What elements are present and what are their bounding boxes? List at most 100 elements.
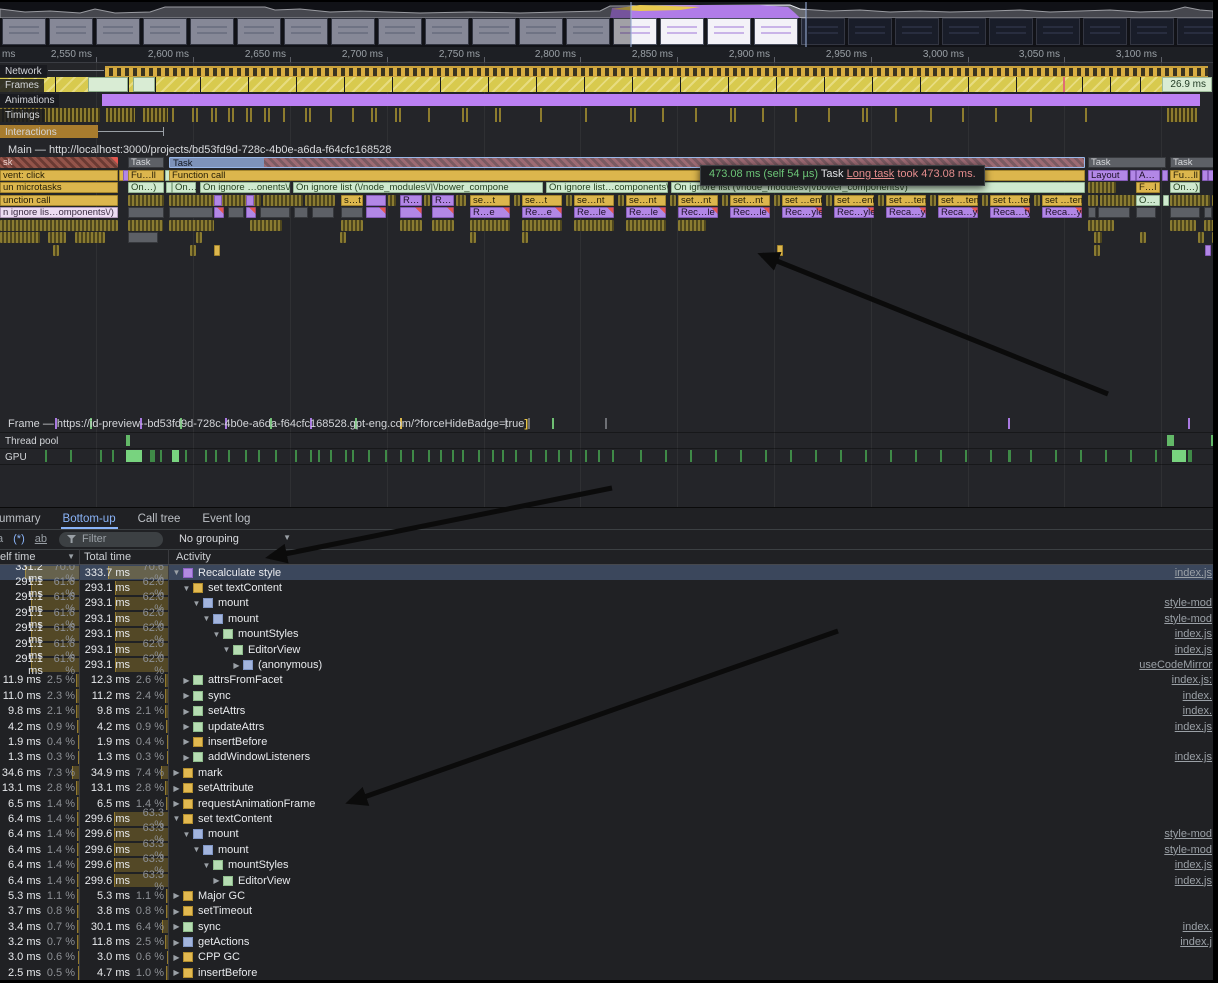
table-row[interactable]: 291.1 ms61.6 %293.1 ms62.0 %▼EditorViewi… <box>0 642 1213 657</box>
flame-bar[interactable] <box>930 195 936 206</box>
disclosure-triangle[interactable]: ▼ <box>201 614 212 623</box>
disclosure-triangle[interactable]: ▶ <box>231 661 242 670</box>
gpu-label[interactable]: GPU <box>0 451 32 464</box>
disclosure-triangle[interactable]: ▼ <box>201 861 212 870</box>
flame-bar[interactable] <box>574 220 614 231</box>
flame-bar[interactable]: Rec…le <box>678 207 718 218</box>
main-thread-header[interactable]: Main — http://localhost:3000/projects/bd… <box>8 144 391 156</box>
flame-bar[interactable]: se…t <box>522 195 562 206</box>
flame-bar[interactable]: On ignore …onents\/) <box>200 182 290 193</box>
flame-bar[interactable] <box>250 220 282 231</box>
disclosure-triangle[interactable]: ▶ <box>171 953 182 962</box>
table-row[interactable]: 1.9 ms0.4 %1.9 ms0.4 %▶insertBefore <box>0 734 1213 749</box>
flame-bar[interactable] <box>456 195 466 206</box>
flame-bar[interactable] <box>366 195 386 206</box>
table-row[interactable]: 1.3 ms0.3 %1.3 ms0.3 %▶addWindowListener… <box>0 750 1213 765</box>
flame-bar[interactable] <box>128 232 158 243</box>
flame-bar[interactable] <box>522 220 562 231</box>
flame-bar[interactable] <box>294 207 308 218</box>
tab-bottom-up[interactable]: Bottom-up <box>61 510 118 529</box>
disclosure-triangle[interactable]: ▼ <box>191 845 202 854</box>
flame-bar[interactable]: Reca…yle <box>1042 207 1082 218</box>
flame-bar[interactable] <box>774 195 780 206</box>
flame-bar[interactable] <box>618 195 624 206</box>
disclosure-triangle[interactable]: ▼ <box>171 814 182 823</box>
disclosure-triangle[interactable]: ▶ <box>171 907 182 916</box>
flame-bar[interactable]: Layout <box>1088 170 1128 181</box>
animations-bar[interactable] <box>102 94 1200 106</box>
flame-bar[interactable] <box>305 195 335 206</box>
disclosure-triangle[interactable]: ▶ <box>181 737 192 746</box>
frame-track-header[interactable]: Frame — https://id-preview--bd53fd9d-728… <box>8 418 528 430</box>
table-row[interactable]: 4.2 ms0.9 %4.2 ms0.9 %▶updateAttrsindex.… <box>0 719 1213 734</box>
flame-bar[interactable] <box>1212 232 1213 243</box>
table-row[interactable]: 34.6 ms7.3 %34.9 ms7.4 %▶mark <box>0 765 1213 780</box>
table-row[interactable]: 2.5 ms0.5 %4.7 ms1.0 %▶insertBefore <box>0 965 1213 980</box>
flame-bar[interactable] <box>169 220 214 231</box>
flame-bar[interactable]: set …ent <box>782 195 822 206</box>
source-link[interactable]: index.js <box>1175 644 1212 656</box>
flame-bar[interactable] <box>1034 195 1040 206</box>
flame-bar[interactable] <box>246 195 254 206</box>
flame-bar[interactable]: Rec…le <box>730 207 770 218</box>
source-link[interactable]: index.js <box>1175 875 1212 887</box>
column-header-activity[interactable]: Activity <box>169 549 1213 564</box>
flame-bar[interactable]: se…t <box>470 195 510 206</box>
column-header-total-time[interactable]: Total time <box>80 549 169 564</box>
table-row[interactable]: 6.4 ms1.4 %299.6 ms63.3 %▶EditorViewinde… <box>0 873 1213 888</box>
disclosure-triangle[interactable]: ▼ <box>181 584 192 593</box>
flame-bar[interactable]: F…l <box>1136 182 1160 193</box>
disclosure-triangle[interactable]: ▶ <box>171 768 182 777</box>
flame-bar[interactable] <box>1098 207 1130 218</box>
table-row[interactable]: 13.1 ms2.8 %13.1 ms2.8 %▶setAttribute <box>0 780 1213 795</box>
source-link[interactable]: style-mod <box>1164 597 1212 609</box>
tab-call-tree[interactable]: Call tree <box>136 510 183 529</box>
source-link[interactable]: index.js <box>1175 859 1212 871</box>
flame-bar[interactable]: On ignore list (\/node_modules\/|\/bower… <box>293 182 543 193</box>
flame-bar[interactable] <box>53 245 59 256</box>
flame-bar[interactable] <box>878 195 884 206</box>
disclosure-triangle[interactable]: ▼ <box>221 645 232 654</box>
flame-bar[interactable]: set t…tent <box>990 195 1030 206</box>
overview-window-handle-right[interactable] <box>805 2 807 47</box>
flame-bar[interactable]: Task <box>1170 157 1213 168</box>
flame-bar[interactable] <box>626 220 666 231</box>
flame-bar[interactable]: se…nt <box>626 195 666 206</box>
flame-bar[interactable] <box>1212 195 1213 206</box>
flame-bar[interactable]: set …ent <box>834 195 874 206</box>
flame-bar[interactable] <box>246 207 256 218</box>
flame-bar[interactable] <box>214 195 222 206</box>
flame-bar[interactable] <box>1088 207 1096 218</box>
screenshot-thumbnail[interactable] <box>660 18 704 45</box>
flame-bar[interactable] <box>75 232 105 243</box>
disclosure-triangle[interactable]: ▶ <box>181 753 192 762</box>
disclosure-triangle[interactable]: ▶ <box>171 891 182 900</box>
screenshot-thumbnail[interactable] <box>707 18 751 45</box>
source-link[interactable]: index.js <box>1175 751 1212 763</box>
flame-bar[interactable] <box>169 207 213 218</box>
flame-bar[interactable] <box>1208 170 1213 181</box>
flame-bar[interactable]: On…) <box>172 182 196 193</box>
flame-bar[interactable] <box>190 245 196 256</box>
flame-bar[interactable]: se…nt <box>574 195 614 206</box>
flame-bar[interactable] <box>48 232 66 243</box>
flame-bar[interactable] <box>470 220 510 231</box>
flame-bar[interactable] <box>1170 220 1196 231</box>
screenshot-thumbnail[interactable] <box>754 18 798 45</box>
disclosure-triangle[interactable]: ▶ <box>181 722 192 731</box>
source-link[interactable]: index.js: <box>1172 674 1212 686</box>
flame-bar[interactable] <box>678 220 706 231</box>
flame-bar[interactable]: n ignore lis…omponents\/) <box>0 207 118 218</box>
flame-bar[interactable]: O… <box>1136 195 1160 206</box>
disclosure-triangle[interactable]: ▼ <box>211 630 222 639</box>
flame-bar[interactable] <box>1140 232 1146 243</box>
flame-bar[interactable] <box>1094 245 1100 256</box>
flame-bar[interactable] <box>1163 195 1169 206</box>
flame-bar[interactable] <box>312 207 334 218</box>
regex-icon[interactable]: (*) <box>13 533 25 545</box>
flame-bar[interactable] <box>0 232 40 243</box>
table-row[interactable]: 6.4 ms1.4 %299.6 ms63.3 %▼mountStylesind… <box>0 857 1213 872</box>
flame-bar[interactable] <box>260 207 290 218</box>
flame-bar[interactable] <box>1136 207 1156 218</box>
table-row[interactable]: 11.9 ms2.5 %12.3 ms2.6 %▶attrsFromFaceti… <box>0 673 1213 688</box>
